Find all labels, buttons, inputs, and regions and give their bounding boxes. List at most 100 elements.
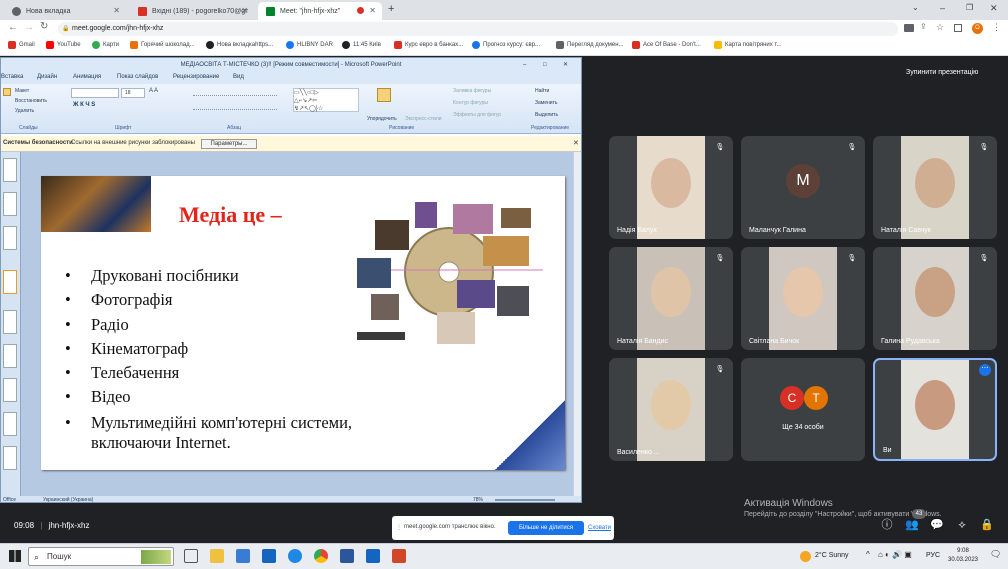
self-tile[interactable]: ⋯ Ви (873, 358, 997, 461)
task-view-icon[interactable] (184, 549, 198, 563)
slide-thumbnails[interactable] (1, 152, 21, 496)
bookmark-newtab[interactable]: Нова вкладкаhttps... (206, 41, 273, 49)
back-icon[interactable]: ← (8, 22, 18, 33)
bold-icon[interactable]: Ж К Ч S (73, 102, 95, 108)
bookmark-docs[interactable]: Перегляд докумен... (556, 41, 624, 49)
participant-tile[interactable]: M 🎙 Маланчук Галина (741, 136, 865, 239)
sidepanel-icon[interactable] (954, 24, 962, 32)
slide-thumbnail[interactable] (3, 412, 17, 436)
shape-fill-button[interactable]: Заливка фигуры (453, 88, 491, 94)
bookmark-gmail[interactable]: Gmail (8, 41, 35, 49)
slide-thumbnail[interactable] (3, 310, 17, 334)
delete-button[interactable]: Удалить (15, 108, 34, 114)
tab-gmail[interactable]: Вхідні (189) - pogorelko70@gmail.com ✕ (130, 2, 254, 20)
slide-thumbnail[interactable] (3, 226, 17, 250)
participant-tile[interactable]: 🎙 Світлана Бичок (741, 247, 865, 350)
participant-tile[interactable]: 🎙 Василенко ... (609, 358, 733, 461)
bookmark-youtube[interactable]: YouTube (46, 41, 81, 49)
shape-effects-button[interactable]: Эффекты для фигур (453, 112, 501, 118)
select-button[interactable]: Выделить (535, 112, 558, 118)
mail-icon[interactable] (262, 549, 276, 563)
tab-review[interactable]: Рецензирование (173, 74, 219, 80)
app-icon[interactable] (366, 549, 380, 563)
bookmark-forecast[interactable]: Прогноз курсу: євр... (472, 41, 540, 49)
slide-thumbnail[interactable] (3, 192, 17, 216)
forward-icon[interactable]: → (24, 22, 34, 33)
participant-tile[interactable]: 🎙 Надія Балух (609, 136, 733, 239)
tab-new-tab[interactable]: Нова вкладка ✕ (4, 2, 126, 20)
paragraph-list-icons[interactable] (193, 88, 277, 96)
tab-design[interactable]: Дизайн (37, 74, 57, 80)
tray-chevron-icon[interactable]: ^ (866, 550, 870, 559)
bookmark-chocolate[interactable]: Горячий шоколад... (130, 41, 195, 49)
participant-tile[interactable]: 🎙 Галина Рудавська (873, 247, 997, 350)
windows-start-icon[interactable] (9, 550, 21, 562)
bookmark-maps[interactable]: Карти (92, 41, 119, 49)
url-field[interactable]: 🔒 meet.google.com/jhn-hfjx-xhz (58, 22, 898, 36)
hide-button[interactable]: Сховати (588, 525, 611, 531)
vertical-scrollbar[interactable] (573, 152, 581, 496)
quick-styles-button[interactable]: Экспресс-стили (405, 116, 442, 122)
layout-button[interactable]: Макет (15, 88, 29, 94)
slide-canvas[interactable]: Медіа це – • Друковані посібники • Фотог… (41, 176, 565, 470)
slide-thumbnail[interactable] (3, 378, 17, 402)
chevron-down-icon[interactable]: ⌄ (912, 3, 919, 12)
bookmark-hlibny[interactable]: HLIBNY DAR (286, 41, 333, 49)
slide-thumbnail[interactable] (3, 446, 17, 470)
minimize-icon[interactable]: – (940, 3, 945, 13)
shapes-gallery[interactable]: ▭╲╲○□▷ △⌐↘↗⇦ ↯↗↖◯}☆ (293, 88, 359, 112)
file-explorer-icon[interactable] (210, 549, 224, 563)
participant-tile[interactable]: 🎙 Наталія Савчук (873, 136, 997, 239)
close-icon[interactable]: ✕ (563, 58, 568, 72)
bookmark-aceofbase[interactable]: Ace Of Base - Don't... (632, 41, 701, 49)
options-button[interactable]: Параметры... (201, 139, 257, 149)
chrome-icon[interactable] (314, 549, 328, 563)
font-name-input[interactable] (71, 88, 119, 98)
bookmark-airmap[interactable]: Карта повітряних т... (714, 41, 782, 49)
powerpoint-icon[interactable] (392, 549, 406, 563)
grow-font-icon[interactable]: A A (149, 88, 158, 94)
new-tab-icon[interactable]: + (388, 3, 394, 15)
participant-tile[interactable]: 🎙 Наталія Бандис (609, 247, 733, 350)
tab-animation[interactable]: Анимация (73, 74, 101, 80)
minimize-icon[interactable]: – (523, 58, 526, 72)
tab-insert[interactable]: Вставка (1, 74, 23, 80)
reload-icon[interactable]: ↻ (40, 21, 48, 32)
weather-text[interactable]: 2°C Sunny (815, 552, 849, 559)
star-icon[interactable]: ☆ (936, 22, 944, 33)
close-icon[interactable]: ✕ (573, 139, 579, 147)
more-options-icon[interactable]: ⋯ (979, 364, 991, 376)
slide-thumbnail[interactable] (3, 344, 17, 368)
zoom-slider[interactable] (495, 499, 555, 501)
menu-kebab-icon[interactable]: ⋮ (992, 22, 1001, 33)
font-size-input[interactable]: 18 (121, 88, 145, 98)
paragraph-align-icons[interactable] (193, 102, 277, 110)
tab-slideshow[interactable]: Показ слайдов (117, 74, 158, 80)
profile-avatar[interactable]: O (972, 23, 983, 34)
close-window-icon[interactable]: ✕ (990, 3, 998, 14)
host-controls-icon[interactable]: 🔒 (980, 518, 994, 532)
bookmark-time[interactable]: 11:45 Київ (342, 41, 381, 49)
maximize-icon[interactable]: □ (543, 58, 547, 72)
close-icon[interactable]: ✕ (241, 6, 248, 15)
activities-icon[interactable]: ⟡ (955, 518, 969, 532)
shape-outline-button[interactable]: Контур фигуры (453, 100, 488, 106)
find-button[interactable]: Найти (535, 88, 549, 94)
clock[interactable]: 9:08 30.03.2023 (944, 547, 982, 565)
more-participants-tile[interactable]: С Т Ще 34 особи (741, 358, 865, 461)
share-icon[interactable]: ⇪ (920, 22, 927, 31)
notifications-icon[interactable]: 🗨 (990, 549, 1001, 560)
edge-icon[interactable] (288, 549, 302, 563)
store-icon[interactable] (236, 549, 250, 563)
reset-button[interactable]: Восстановить (15, 98, 47, 104)
stop-presenting-button[interactable]: Зупинити презентацію (906, 69, 978, 76)
taskbar-search-input[interactable]: ⌕ Пошук (28, 547, 174, 566)
word-icon[interactable] (340, 549, 354, 563)
close-icon[interactable]: ✕ (113, 6, 120, 15)
stop-sharing-button[interactable]: Більше не ділитися (508, 521, 584, 535)
slide-thumbnail-current[interactable] (3, 270, 17, 294)
maximize-icon[interactable]: ❐ (966, 3, 973, 12)
tab-view[interactable]: Вид (233, 74, 244, 80)
tray-icons[interactable]: ⌂ ◐ 🔊 ▣ (878, 550, 912, 559)
info-icon[interactable]: ⓘ (880, 518, 894, 532)
